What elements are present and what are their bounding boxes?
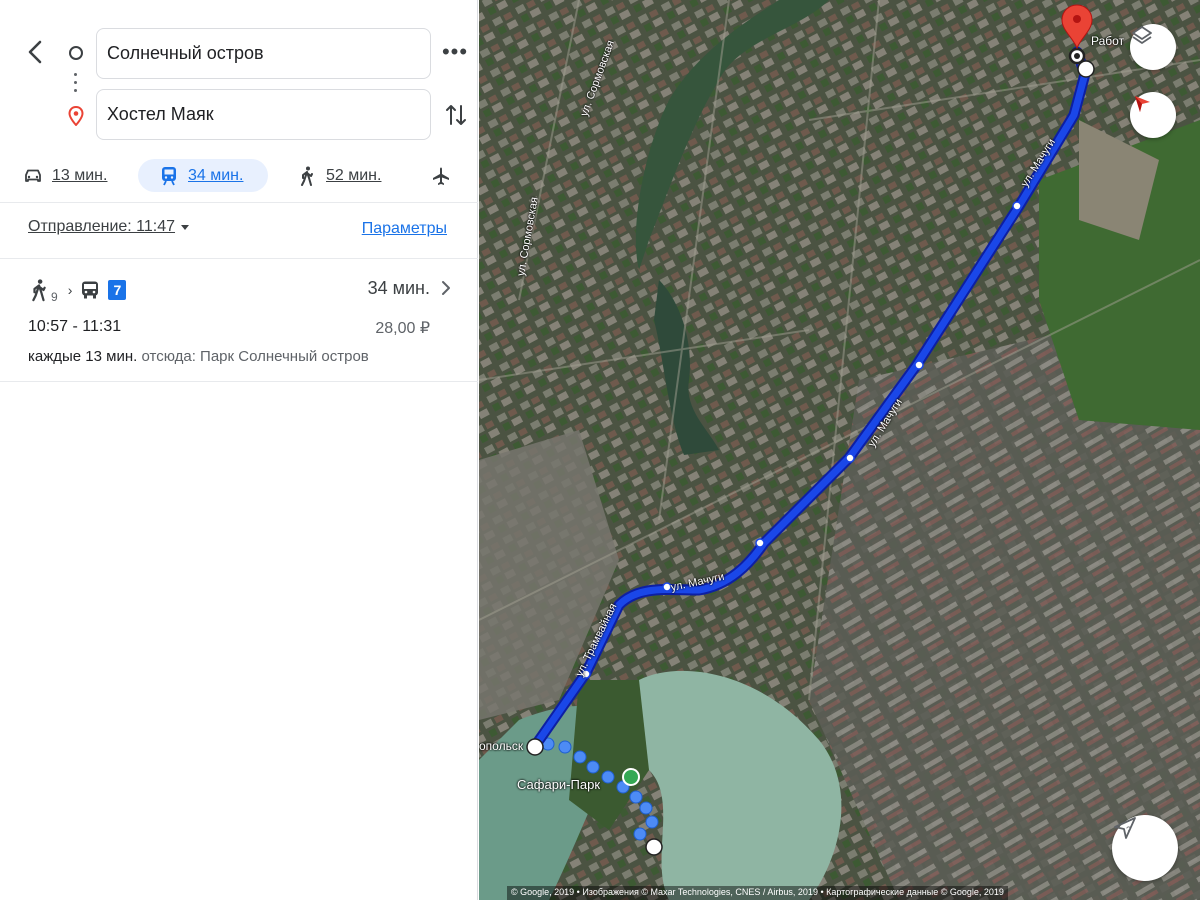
mode-transit[interactable]: 34 мин. (138, 159, 268, 192)
walk-icon (30, 278, 50, 302)
frequency-text: каждые 13 мин. (28, 348, 138, 365)
layers-button[interactable] (1130, 24, 1176, 70)
map-copyright: © Google, 2019 • Изображения © Maxar Tec… (507, 886, 1008, 900)
chevron-right-icon: › (67, 282, 73, 298)
route-option[interactable]: 9 › 7 34 мин. 10:57 - 11:31 28,00 ₽ кажд… (0, 259, 478, 381)
from-stop-text: отсюда: Парк Солнечный остров (141, 348, 369, 365)
compass-icon (1135, 96, 1150, 112)
car-icon (22, 165, 44, 187)
poi-label[interactable]: Сафари-Парк (517, 777, 600, 792)
swap-icon[interactable] (442, 100, 470, 130)
origin-circle-icon (69, 46, 83, 60)
route-steps: 9 › 7 (30, 276, 127, 304)
parameters-link[interactable]: Параметры (362, 220, 447, 238)
divider (0, 381, 478, 382)
route-duration: 34 мин. (367, 278, 430, 298)
svg-text:?: ? (1126, 825, 1131, 835)
train-icon (158, 165, 180, 187)
walk-icon (296, 165, 318, 187)
compass-button[interactable] (1130, 92, 1176, 138)
map-place-label: опольск (479, 739, 524, 753)
bus-line-badge: 7 (108, 280, 127, 300)
paw-icon[interactable] (622, 768, 640, 786)
walk-minutes: 9 (51, 290, 58, 304)
departure-label: Отправление: 11:47 (28, 218, 176, 235)
caret-down-icon (181, 224, 190, 230)
divider (0, 202, 478, 203)
walk-start-marker (645, 838, 663, 856)
map-background (479, 0, 1200, 900)
chevron-right-icon (440, 278, 452, 298)
airplane-icon (430, 165, 452, 187)
more-options-icon[interactable]: ••• (440, 40, 470, 68)
transit-duration: 34 мин. (188, 166, 244, 184)
directions-panel: Солнечный остров Хостел Маяк ••• 13 мин.… (0, 0, 478, 900)
travel-mode-bar: 13 мин. 34 мин. 52 мин. (0, 156, 478, 196)
back-icon[interactable] (22, 36, 50, 68)
navigation-button[interactable]: ? (1112, 815, 1178, 881)
map-place-label: Работ (1091, 34, 1125, 48)
mode-flight[interactable] (430, 159, 460, 192)
origin-stop-marker (526, 738, 544, 756)
origin-input[interactable]: Солнечный остров (96, 28, 431, 79)
route-frequency: каждые 13 мин. отсюда: Парк Солнечный ос… (28, 348, 369, 365)
route-markers (66, 44, 86, 134)
mode-car[interactable]: 13 мин. (22, 159, 107, 192)
mode-walk[interactable]: 52 мин. (296, 159, 381, 192)
layers-icon (1132, 26, 1152, 44)
departure-time-selector[interactable]: Отправление: 11:47 (28, 218, 190, 236)
bus-icon (80, 280, 100, 300)
destination-pin-icon (68, 105, 84, 127)
car-duration: 13 мин. (52, 166, 108, 184)
satellite-map[interactable]: ул. Мачуги ул. Мачуги ул. Мачуги ул. Тра… (479, 0, 1200, 900)
route-times: 10:57 - 11:31 (28, 318, 122, 335)
walk-duration: 52 мин. (326, 166, 382, 184)
vertical-dots-icon (74, 73, 78, 95)
destination-input[interactable]: Хостел Маяк (96, 89, 431, 140)
navigation-icon: ? (1114, 817, 1136, 839)
route-price: 28,00 ₽ (375, 320, 430, 337)
